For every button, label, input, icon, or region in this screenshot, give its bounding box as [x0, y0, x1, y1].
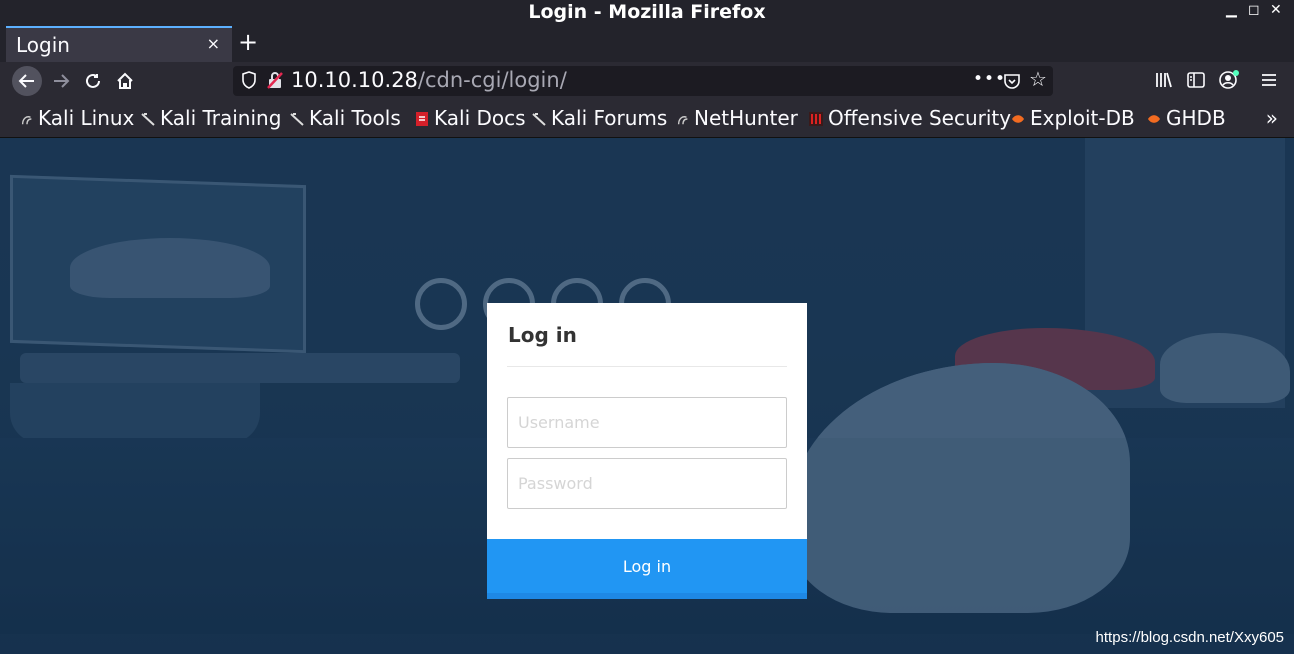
url-host: 10.10.10.28 — [291, 68, 418, 92]
pocket-icon[interactable] — [1003, 72, 1021, 90]
account-icon[interactable] — [1218, 70, 1240, 90]
bookmarks-toolbar: Kali Linux Kali Training Kali Tools Kali… — [0, 100, 1294, 138]
forward-button[interactable] — [46, 66, 76, 96]
bookmark-label: NetHunter — [694, 106, 798, 130]
bookmark-kali-training[interactable]: Kali Training — [140, 106, 281, 130]
window-titlebar: Login - Mozilla Firefox ▁ ◻ ✕ — [0, 0, 1294, 26]
tab-strip: Login × + — [0, 26, 1294, 62]
bookmark-label: Kali Training — [160, 106, 282, 130]
window-title: Login - Mozilla Firefox — [528, 1, 766, 23]
url-bar[interactable]: 10.10.10.28/cdn-cgi/login/ ••• ☆ — [233, 66, 1053, 96]
library-icon[interactable] — [1154, 70, 1174, 90]
close-tab-icon[interactable]: × — [207, 34, 220, 53]
tracking-shield-icon[interactable] — [241, 71, 257, 89]
login-card: Log in Log in — [487, 303, 807, 599]
login-button[interactable]: Log in — [487, 539, 807, 599]
bookmark-kali-forums[interactable]: Kali Forums — [531, 106, 667, 130]
username-input[interactable] — [507, 397, 787, 448]
page-content: Log in Log in https://blog.csdn.net/Xxy6… — [0, 138, 1294, 654]
home-icon — [117, 72, 133, 89]
bookmark-label: Kali Tools — [309, 106, 401, 130]
bookmark-ghdb[interactable]: GHDB — [1146, 106, 1226, 130]
back-button[interactable] — [12, 66, 42, 96]
bookmark-offensive-security[interactable]: Offensive Security — [808, 106, 1011, 130]
exploitdb-icon — [1012, 115, 1024, 123]
minimize-icon[interactable]: ▁ — [1226, 2, 1237, 18]
bookmark-exploit-db[interactable]: Exploit-DB — [1010, 106, 1135, 130]
navigation-toolbar: 10.10.10.28/cdn-cgi/login/ ••• ☆ — [0, 62, 1294, 100]
bookmark-star-icon[interactable]: ☆ — [1029, 67, 1047, 91]
kali-icon — [141, 113, 155, 126]
close-window-icon[interactable]: ✕ — [1270, 2, 1282, 18]
arrow-right-icon — [54, 74, 70, 88]
page-actions-menu-icon[interactable]: ••• — [973, 69, 1006, 89]
kali-icon — [532, 113, 546, 126]
url-path: /cdn-cgi/login/ — [417, 68, 567, 92]
maximize-icon[interactable]: ◻ — [1248, 2, 1260, 18]
arrow-left-icon — [18, 74, 34, 88]
kali-dragon-icon — [677, 116, 688, 125]
bookmark-nethunter[interactable]: NetHunter — [676, 106, 798, 130]
bookmark-label: Exploit-DB — [1030, 106, 1135, 130]
tab-login[interactable]: Login × — [6, 26, 232, 62]
bookmarks-overflow-chevron-icon[interactable]: » — [1266, 106, 1278, 130]
bookmark-kali-docs[interactable]: Kali Docs — [414, 106, 526, 130]
bookmark-label: GHDB — [1166, 106, 1226, 130]
insecure-lock-icon[interactable] — [267, 71, 283, 89]
reload-button[interactable] — [78, 66, 108, 96]
tab-label: Login — [16, 33, 70, 57]
docs-icon — [416, 112, 428, 126]
login-heading: Log in — [508, 323, 577, 347]
exploitdb-icon — [1148, 115, 1160, 123]
offsec-icon — [809, 112, 823, 126]
sidebar-icon[interactable] — [1186, 70, 1206, 90]
divider — [507, 366, 787, 367]
new-tab-button[interactable]: + — [238, 28, 258, 56]
hamburger-menu-icon[interactable] — [1260, 70, 1278, 90]
bookmark-label: Offensive Security — [828, 106, 1012, 130]
kali-dragon-icon — [21, 116, 32, 125]
bookmark-label: Kali Linux — [38, 106, 135, 130]
watermark-text: https://blog.csdn.net/Xxy605 — [1095, 629, 1284, 646]
password-input[interactable] — [507, 458, 787, 509]
bookmark-label: Kali Forums — [551, 106, 668, 130]
bookmark-kali-tools[interactable]: Kali Tools — [289, 106, 401, 130]
home-button[interactable] — [110, 66, 140, 96]
bookmark-label: Kali Docs — [434, 106, 526, 130]
url-text[interactable]: 10.10.10.28/cdn-cgi/login/ — [291, 68, 567, 92]
kali-icon — [290, 113, 304, 126]
bookmark-kali-linux[interactable]: Kali Linux — [20, 106, 134, 130]
reload-icon — [86, 73, 100, 88]
